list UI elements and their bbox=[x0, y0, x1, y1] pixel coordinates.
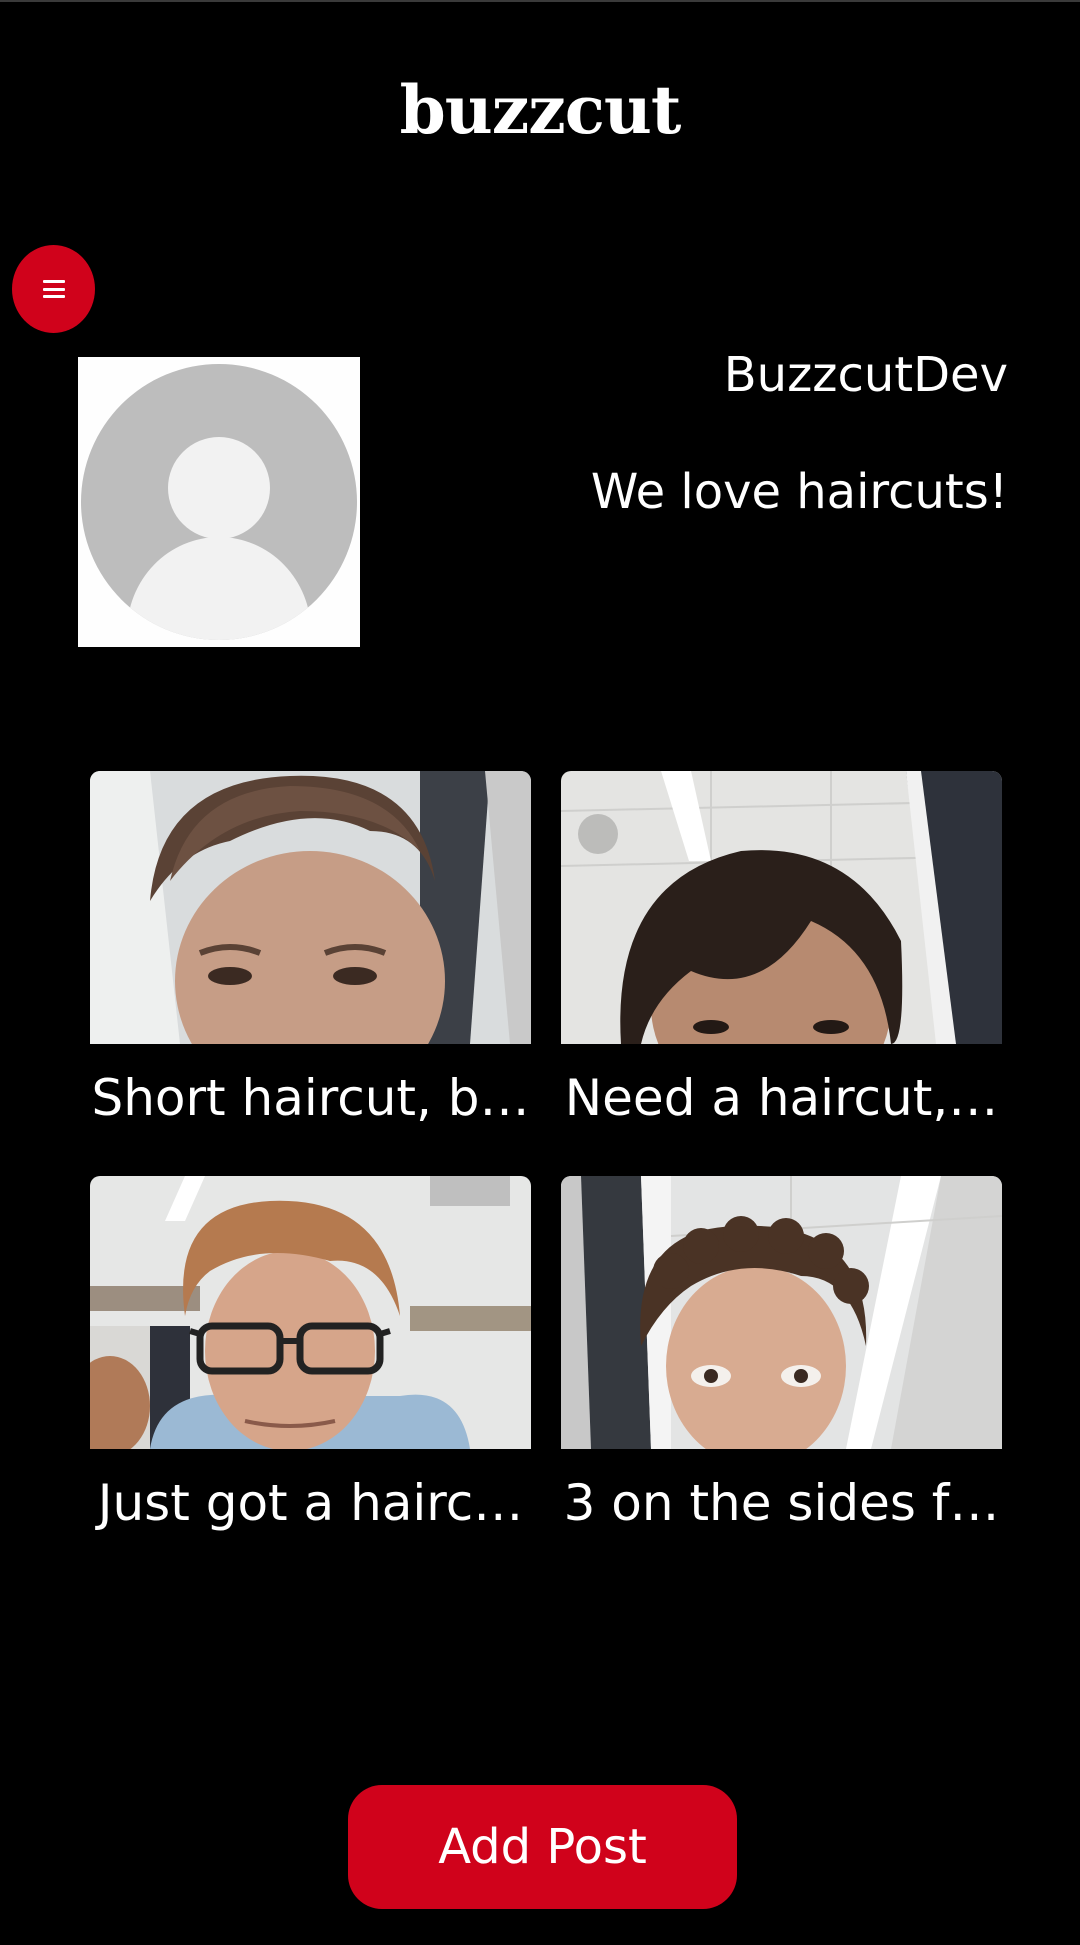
post-caption: Short haircut, b… bbox=[91, 1069, 530, 1127]
post-photo bbox=[561, 771, 1002, 1044]
add-post-button[interactable]: Add Post bbox=[348, 1785, 737, 1909]
post-photo bbox=[90, 771, 531, 1044]
menu-button[interactable] bbox=[12, 245, 95, 333]
profile-username: BuzzcutDev bbox=[723, 347, 1008, 403]
app-title: buzzcut bbox=[399, 71, 682, 149]
hamburger-menu-icon bbox=[42, 280, 65, 298]
post-card[interactable]: 3 on the sides f… bbox=[561, 1176, 1002, 1533]
post-caption: Need a haircut,… bbox=[564, 1069, 999, 1127]
post-caption: 3 on the sides f… bbox=[563, 1474, 1000, 1532]
default-avatar-icon bbox=[78, 357, 360, 647]
status-divider bbox=[0, 0, 1080, 2]
profile-bio: We love haircuts! bbox=[590, 464, 1008, 520]
post-caption: Just got a hairc… bbox=[97, 1474, 524, 1532]
post-card[interactable]: Short haircut, b… bbox=[90, 771, 531, 1128]
post-photo bbox=[561, 1176, 1002, 1449]
profile-avatar bbox=[78, 357, 360, 647]
post-card[interactable]: Just got a hairc… bbox=[90, 1176, 531, 1533]
post-photo bbox=[90, 1176, 531, 1449]
post-card[interactable]: Need a haircut,… bbox=[561, 771, 1002, 1128]
